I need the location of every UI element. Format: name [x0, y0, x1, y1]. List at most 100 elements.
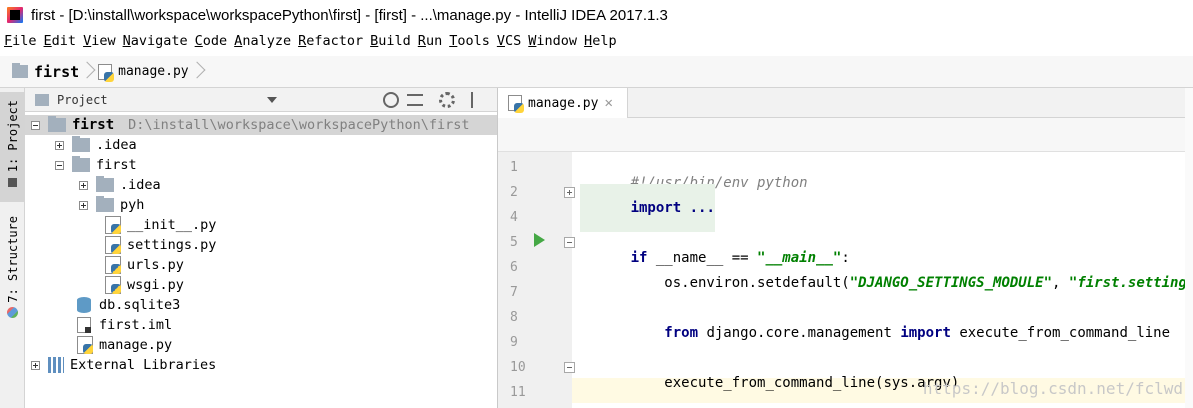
intellij-app-icon: [7, 7, 23, 23]
menu-file[interactable]: File: [4, 33, 37, 49]
tree-item-iml[interactable]: first.iml: [77, 315, 172, 335]
libraries-icon: [48, 357, 64, 373]
menu-build[interactable]: Build: [370, 33, 411, 49]
line-number: 1: [510, 160, 518, 175]
menu-analyze[interactable]: Analyze: [234, 33, 291, 49]
run-icon[interactable]: [534, 233, 545, 247]
python-file-icon: [105, 256, 121, 274]
project-panel-header: Project: [25, 88, 497, 112]
project-folder-icon: [12, 63, 28, 78]
close-icon[interactable]: ✕: [604, 95, 612, 111]
tree-item-init[interactable]: __init__.py: [105, 215, 216, 235]
editor-gutter: 1 2 4 5 6 7 8 9 10 11: [498, 152, 575, 408]
tree-item-external-libraries-label: External Libraries: [70, 357, 217, 373]
code-keyword: from: [664, 325, 699, 341]
code-string: "first.settings": [1068, 275, 1193, 291]
module-file-icon: [77, 317, 91, 333]
menu-edit[interactable]: Edit: [44, 33, 77, 49]
tab-project[interactable]: 1: Project: [0, 92, 25, 202]
tree-item-db-label: db.sqlite3: [99, 297, 181, 313]
menu-help[interactable]: Help: [584, 33, 617, 49]
line-number: 6: [510, 260, 518, 275]
tree-item-urls[interactable]: urls.py: [105, 255, 184, 275]
folder-icon: [72, 156, 90, 172]
window-title: first - [D:\install\workspace\workspaceP…: [31, 6, 668, 24]
code-text: os.environ.setdefault(: [630, 275, 850, 291]
line-number: 2: [510, 185, 518, 200]
collapse-all-icon[interactable]: [407, 94, 423, 106]
tree-item-settings[interactable]: settings.py: [105, 235, 216, 255]
breadcrumb-separator-icon: [83, 61, 92, 83]
project-folder-icon: [48, 116, 66, 132]
project-tab-icon: [8, 178, 17, 188]
line-number: 4: [510, 210, 518, 225]
tree-item-first-idea[interactable]: .idea: [79, 175, 161, 195]
gear-icon[interactable]: [439, 92, 455, 108]
line-number: 9: [510, 335, 518, 350]
database-icon: [77, 297, 91, 313]
breadcrumb-project[interactable]: first: [12, 63, 79, 81]
code-area[interactable]: #!/usr/bin/env python import ... if __na…: [572, 152, 1193, 408]
menu-refactor[interactable]: Refactor: [298, 33, 363, 49]
tree-item-idea[interactable]: .idea: [55, 135, 137, 155]
editor-tab-bar: manage.py ✕: [498, 88, 1193, 118]
menu-view[interactable]: View: [83, 33, 116, 49]
tree-item-manage-label: manage.py: [99, 337, 173, 353]
left-tool-strip: 1: Project 7: Structure: [0, 88, 25, 408]
tree-item-iml-label: first.iml: [99, 317, 173, 333]
expand-icon[interactable]: [55, 140, 64, 150]
python-file-icon: [105, 236, 121, 254]
menu-code[interactable]: Code: [195, 33, 228, 49]
python-file-icon: [98, 63, 115, 82]
menu-navigate[interactable]: Navigate: [123, 33, 188, 49]
view-dropdown-chevron-down-icon[interactable]: [267, 97, 277, 103]
menu-tools[interactable]: Tools: [449, 33, 490, 49]
tree-item-root-label: first: [72, 117, 115, 133]
code-keyword: import: [900, 325, 951, 341]
tree-item-manage[interactable]: manage.py: [77, 335, 172, 355]
tree-item-wsgi[interactable]: wsgi.py: [105, 275, 184, 295]
tree-item-root[interactable]: first D:\install\workspace\workspacePyth…: [25, 115, 497, 135]
watermark: https://blog.csdn.net/fclwd: [922, 379, 1183, 398]
menu-window[interactable]: Window: [528, 33, 577, 49]
breadcrumb-file[interactable]: manage.py: [98, 63, 189, 82]
tab-manage-py[interactable]: manage.py ✕: [498, 88, 628, 118]
code-text: django.core.management: [698, 325, 901, 341]
title-bar: first - [D:\install\workspace\workspaceP…: [0, 0, 1193, 30]
expand-icon[interactable]: [79, 180, 88, 190]
menu-vcs[interactable]: VCS: [497, 33, 521, 49]
folder-icon: [72, 136, 90, 152]
expand-icon[interactable]: [31, 360, 40, 370]
code-keyword: import: [630, 200, 682, 216]
code-folded-text: ...: [681, 200, 715, 216]
code-text: execute_from_command_line: [950, 325, 1171, 341]
tree-item-urls-label: urls.py: [127, 257, 184, 273]
scroll-from-source-icon[interactable]: [383, 92, 399, 108]
navigation-bar: first manage.py: [0, 56, 1193, 88]
tree-item-idea-label: .idea: [96, 137, 137, 153]
expand-icon[interactable]: [79, 200, 88, 210]
tab-structure-label: 7: Structure: [5, 216, 20, 303]
tree-item-db[interactable]: db.sqlite3: [77, 295, 180, 315]
project-view-icon: [35, 93, 49, 106]
collapse-icon[interactable]: [55, 160, 64, 170]
project-panel-title[interactable]: Project: [57, 93, 108, 107]
hide-panel-icon[interactable]: [471, 92, 481, 108]
code-line: os.environ.setdefault("DJANGO_SETTINGS_M…: [580, 259, 1193, 307]
tab-structure[interactable]: 7: Structure: [0, 212, 25, 322]
code-text: ,: [1052, 275, 1069, 291]
collapse-icon[interactable]: [31, 120, 40, 130]
editor-scrollbar[interactable]: [1185, 88, 1193, 408]
tree-item-pyh[interactable]: pyh: [79, 195, 144, 215]
tree-item-first-idea-label: .idea: [120, 177, 161, 193]
menu-run[interactable]: Run: [418, 33, 442, 49]
tree-item-external-libraries[interactable]: External Libraries: [31, 355, 216, 375]
editor-pane: manage.py ✕ 1 2 4 5 6 7 8 9 10 11 #!/usr…: [498, 88, 1193, 408]
folder-icon: [96, 196, 114, 212]
structure-tab-icon: [7, 306, 18, 318]
tree-item-first-package[interactable]: first: [55, 155, 137, 175]
line-number: 8: [510, 310, 518, 325]
code-line: import ...: [580, 184, 715, 232]
python-file-icon: [77, 336, 93, 354]
